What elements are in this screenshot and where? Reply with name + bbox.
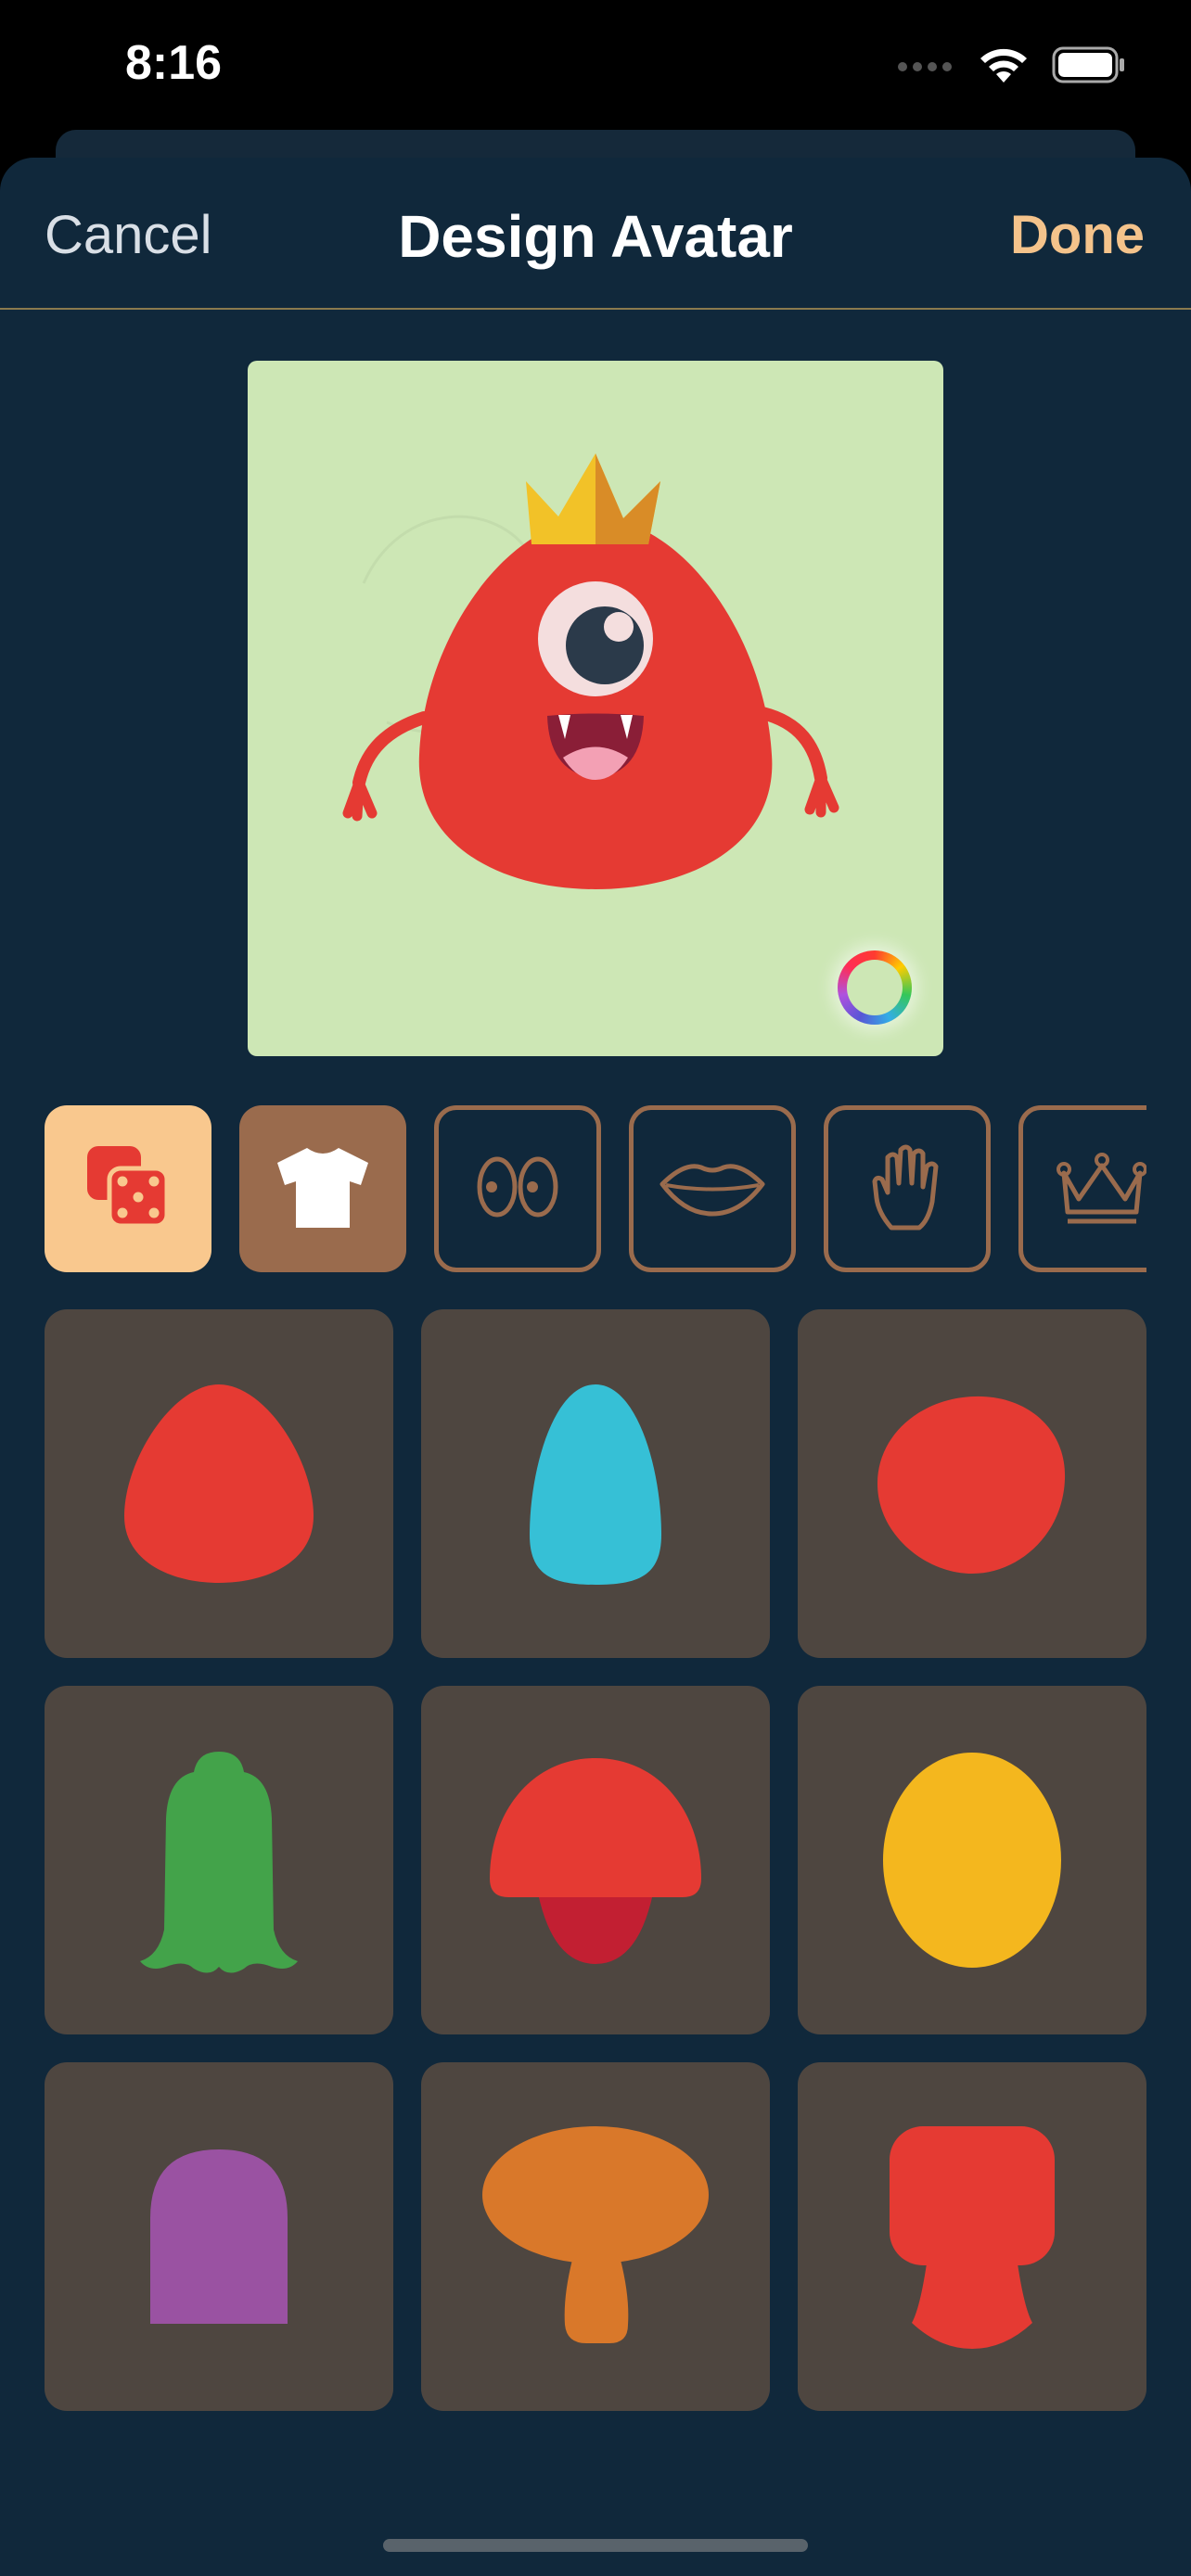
category-selector xyxy=(45,1105,1146,1272)
category-randomize[interactable] xyxy=(45,1105,211,1272)
body-option-round-blob[interactable] xyxy=(798,1309,1146,1658)
design-avatar-sheet: Cancel Design Avatar Done xyxy=(0,158,1191,2576)
cellular-icon xyxy=(898,58,955,76)
color-picker-button[interactable] xyxy=(838,950,912,1025)
body-option-mushroom[interactable] xyxy=(421,2062,770,2411)
lips-icon xyxy=(657,1154,768,1224)
shirt-icon xyxy=(272,1141,374,1238)
avatar-preview xyxy=(248,361,943,1056)
body-option-block-bell[interactable] xyxy=(798,2062,1146,2411)
body-option-arch[interactable] xyxy=(45,2062,393,2411)
navigation-bar: Cancel Design Avatar Done xyxy=(0,158,1191,310)
body-option-tall-egg[interactable] xyxy=(421,1309,770,1658)
category-accessories[interactable] xyxy=(1018,1105,1146,1272)
wifi-icon xyxy=(978,45,1030,89)
category-arms[interactable] xyxy=(824,1105,991,1272)
eyes-icon xyxy=(471,1150,564,1229)
done-button[interactable]: Done xyxy=(1010,204,1145,266)
crown-icon xyxy=(1051,1145,1146,1233)
status-time: 8:16 xyxy=(125,36,223,90)
cancel-button[interactable]: Cancel xyxy=(45,204,212,266)
dice-icon xyxy=(82,1141,174,1238)
body-option-egg[interactable] xyxy=(45,1309,393,1658)
category-mouth[interactable] xyxy=(629,1105,796,1272)
body-option-oval[interactable] xyxy=(798,1686,1146,2034)
category-body[interactable] xyxy=(239,1105,406,1272)
body-option-ghost[interactable] xyxy=(45,1686,393,2034)
category-eyes[interactable] xyxy=(434,1105,601,1272)
body-option-mushroom-cap[interactable] xyxy=(421,1686,770,2034)
avatar-monster-image xyxy=(342,453,839,889)
battery-icon xyxy=(1052,46,1126,88)
status-bar: 8:16 xyxy=(0,0,1191,130)
hand-icon xyxy=(865,1141,949,1238)
home-indicator[interactable] xyxy=(383,2539,808,2552)
status-icons xyxy=(898,46,1126,87)
